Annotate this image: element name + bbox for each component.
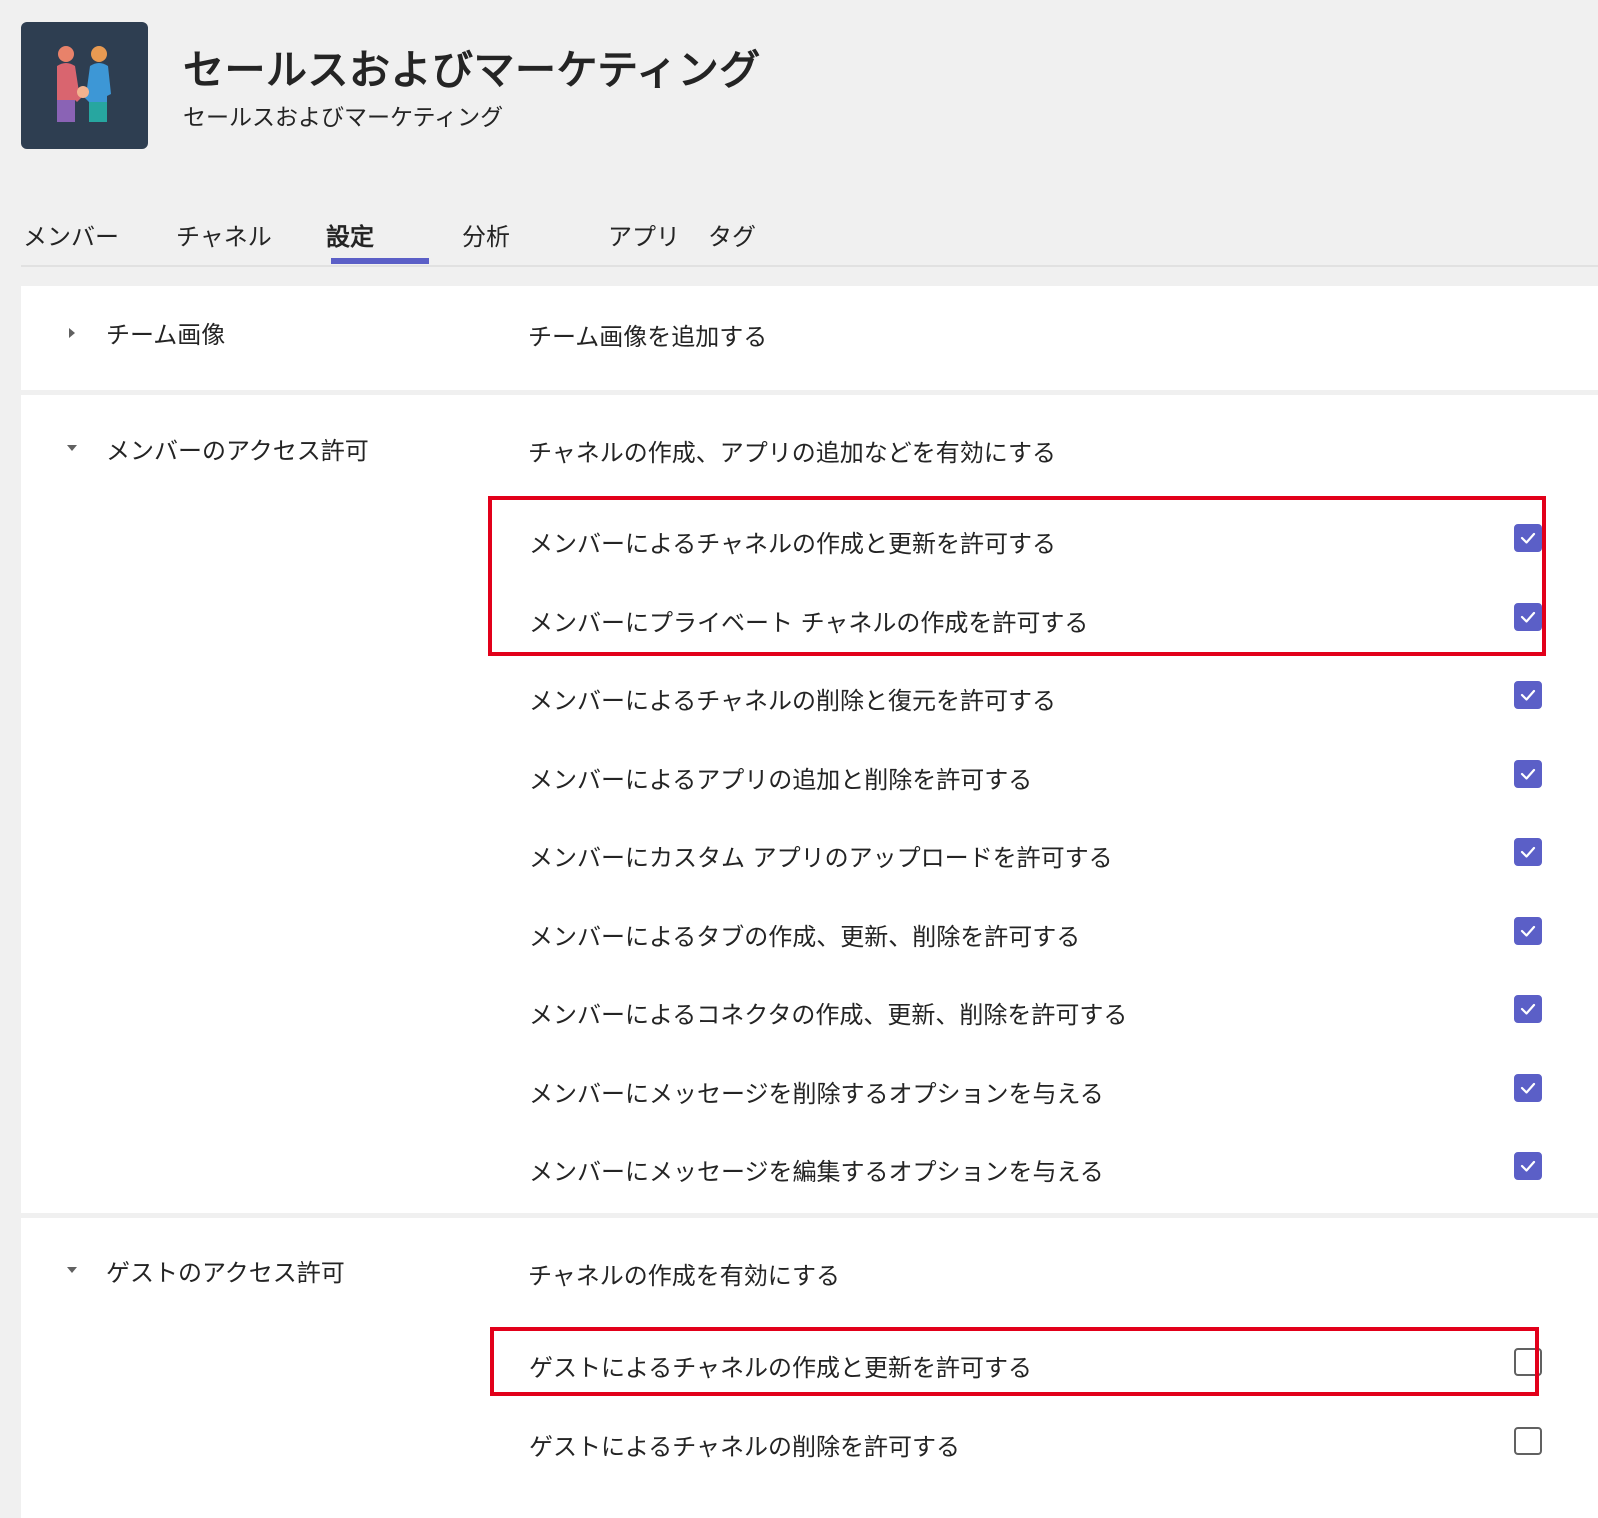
caret-right-icon[interactable] <box>65 326 79 340</box>
section-member-permissions-label[interactable]: メンバーのアクセス許可 <box>106 431 369 466</box>
tab-members[interactable]: メンバー <box>23 217 119 252</box>
permission-option-label: ゲストによるチャネルの削除を許可する <box>529 1433 961 1461</box>
tab-bar: メンバー チャネル 設定 分析 アプリ タグ <box>21 205 1598 267</box>
permission-option-label: メンバーによるタブの作成、更新、削除を許可する <box>529 922 1081 951</box>
section-divider <box>21 1213 1598 1218</box>
section-guest-permissions-description: チャネルの作成を有効にする <box>528 1262 840 1290</box>
permission-option-label: メンバーにメッセージを編集するオプションを与える <box>529 1158 1104 1186</box>
team-avatar <box>21 22 148 149</box>
checkbox-unchecked[interactable] <box>1514 1427 1542 1455</box>
checkbox-checked[interactable] <box>1514 838 1542 866</box>
checkbox-checked[interactable] <box>1514 995 1542 1023</box>
team-people-icon <box>57 46 111 122</box>
checkmark-icon <box>1520 1160 1536 1172</box>
checkbox-checked[interactable] <box>1514 916 1542 945</box>
section-team-image-label[interactable]: チーム画像 <box>106 315 225 350</box>
permission-option-label: メンバーによるアプリの追加と削除を許可する <box>529 765 1033 794</box>
settings-panel: チーム画像 チーム画像を追加する メンバーのアクセス許可 チャネルの作成、アプリ… <box>21 286 1598 1518</box>
tab-analytics[interactable]: 分析 <box>462 217 510 252</box>
permission-option-label: メンバーによるコネクタの作成、更新、削除を許可する <box>529 1001 1128 1029</box>
caret-down-icon[interactable] <box>65 1263 79 1277</box>
tab-channels[interactable]: チャネル <box>176 217 272 252</box>
checkmark-icon <box>1520 768 1536 780</box>
checkbox-checked[interactable] <box>1514 759 1542 788</box>
checkmark-icon <box>1520 846 1536 858</box>
active-tab-indicator <box>331 258 429 264</box>
checkmark-icon <box>1520 925 1536 937</box>
permission-option-label: メンバーにメッセージを削除するオプションを与える <box>529 1079 1104 1108</box>
highlight-box-guest-channels <box>490 1327 1539 1396</box>
checkmark-icon <box>1520 1082 1536 1094</box>
team-subtitle: セールスおよびマーケティング <box>183 105 504 131</box>
team-title: セールスおよびマーケティング <box>183 46 761 94</box>
section-team-image-description: チーム画像を追加する <box>528 323 768 351</box>
checkmark-icon <box>1520 1003 1536 1015</box>
permission-option-label: メンバーによるチャネルの削除と復元を許可する <box>529 687 1057 715</box>
checkmark-icon <box>1520 689 1536 701</box>
tab-settings[interactable]: 設定 <box>326 217 374 252</box>
permission-option-label: メンバーにカスタム アプリのアップロードを許可する <box>529 844 1113 872</box>
checkbox-checked[interactable] <box>1514 681 1542 709</box>
section-guest-permissions-label[interactable]: ゲストのアクセス許可 <box>106 1253 345 1288</box>
checkbox-checked[interactable] <box>1514 1152 1542 1180</box>
tab-tags[interactable]: タグ <box>708 217 756 252</box>
tab-apps[interactable]: アプリ <box>608 217 680 252</box>
caret-down-icon[interactable] <box>65 441 79 455</box>
checkbox-checked[interactable] <box>1514 1073 1542 1102</box>
highlight-box-member-channels <box>488 496 1546 656</box>
section-divider <box>21 390 1598 395</box>
section-member-permissions-description: チャネルの作成、アプリの追加などを有効にする <box>528 439 1056 467</box>
